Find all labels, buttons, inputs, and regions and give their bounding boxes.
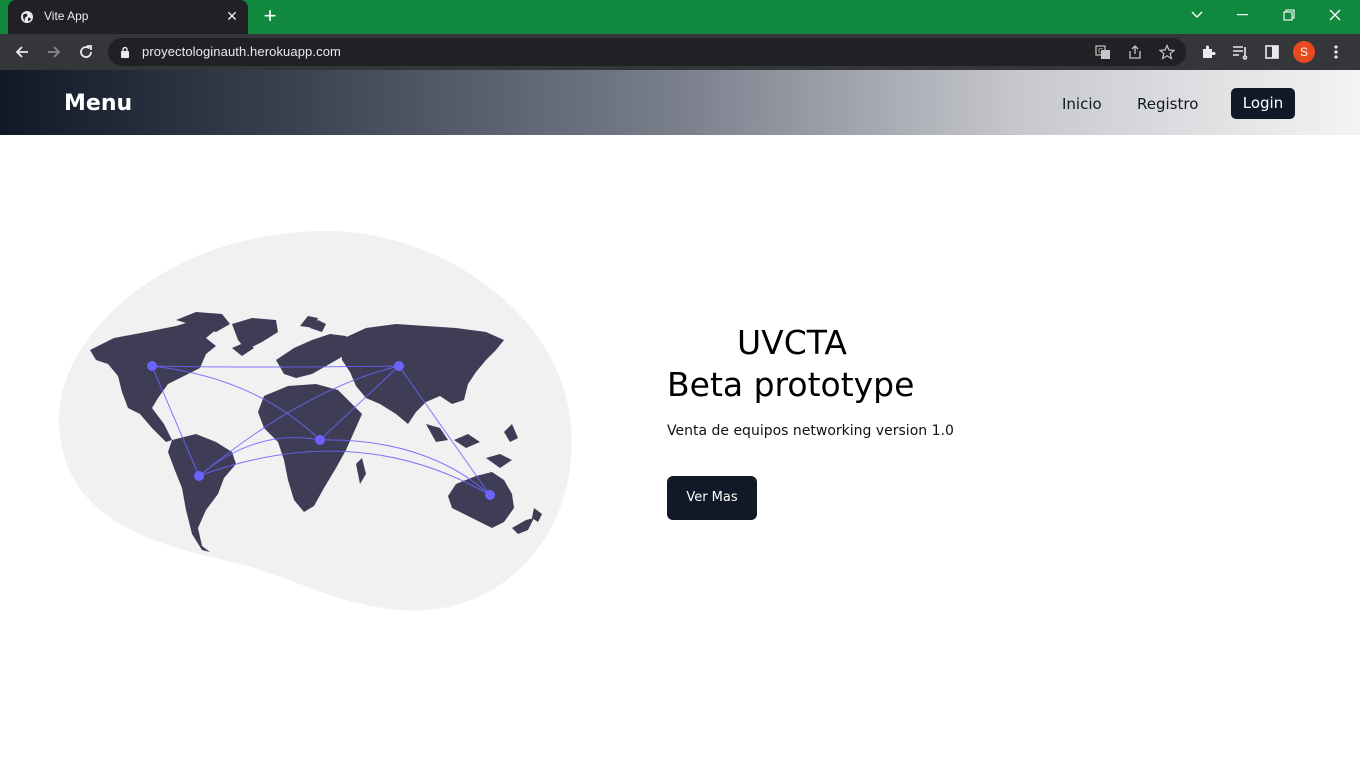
extensions-icon[interactable]: [1196, 40, 1220, 64]
brand-menu[interactable]: Menu: [64, 91, 132, 116]
hero-title-line1: UVCTA: [737, 323, 847, 362]
world-map-illustration: [58, 231, 572, 611]
close-window-icon[interactable]: [1312, 0, 1358, 30]
reload-icon[interactable]: [74, 40, 98, 64]
browser-tabbar: Vite App ✕ +: [0, 0, 1360, 34]
restore-icon[interactable]: [1266, 0, 1312, 30]
back-icon[interactable]: [10, 40, 34, 64]
tab-search-icon[interactable]: [1174, 0, 1220, 30]
nav-link-registro[interactable]: Registro: [1137, 95, 1198, 113]
address-bar[interactable]: proyectologinauth.herokuapp.com G: [108, 38, 1186, 66]
hero-subtitle: Venta de equipos networking version 1.0: [667, 423, 954, 439]
svg-text:G: G: [1098, 47, 1103, 55]
url-text: proyectologinauth.herokuapp.com: [142, 44, 341, 59]
profile-avatar[interactable]: S: [1293, 41, 1315, 63]
new-tab-button[interactable]: +: [258, 5, 282, 29]
login-button[interactable]: Login: [1231, 88, 1295, 119]
translate-icon[interactable]: G: [1094, 43, 1112, 61]
more-menu-icon[interactable]: [1324, 40, 1348, 64]
globe-icon: [21, 11, 33, 23]
ver-mas-button[interactable]: Ver Mas: [667, 476, 757, 520]
bookmark-star-icon[interactable]: [1158, 43, 1176, 61]
reading-list-icon[interactable]: [1228, 40, 1252, 64]
browser-toolbar: proyectologinauth.herokuapp.com G S: [0, 34, 1360, 70]
minimize-icon[interactable]: [1220, 0, 1266, 30]
share-icon[interactable]: [1126, 43, 1144, 61]
forward-icon[interactable]: [42, 40, 66, 64]
nav-link-inicio[interactable]: Inicio: [1062, 95, 1102, 113]
close-tab-icon[interactable]: ✕: [224, 8, 240, 24]
hero-title-line2: Beta prototype: [667, 365, 915, 404]
lock-icon: [121, 46, 129, 58]
tab-title: Vite App: [44, 9, 89, 23]
site-navbar: Menu Inicio Registro Login: [0, 70, 1360, 135]
hero-title: UVCTA Beta prototype: [667, 322, 914, 406]
side-panel-icon[interactable]: [1260, 40, 1284, 64]
browser-tab[interactable]: Vite App ✕: [8, 0, 248, 34]
